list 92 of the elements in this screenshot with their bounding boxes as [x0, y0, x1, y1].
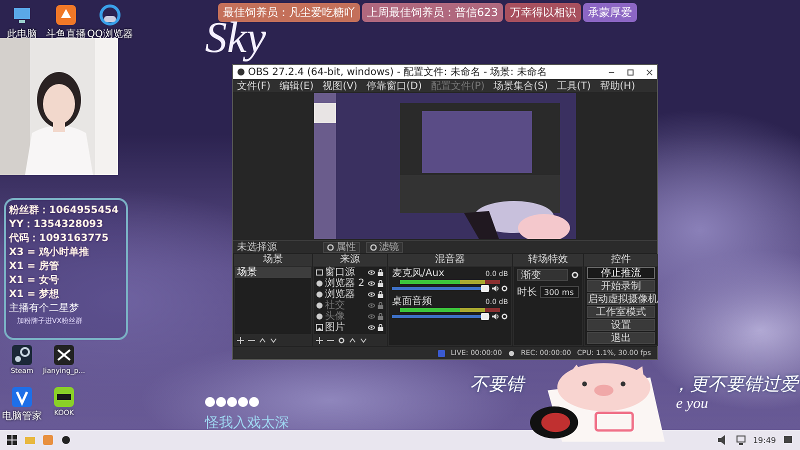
image-icon — [316, 324, 323, 332]
live-icon — [438, 350, 445, 357]
dock-title: 控件 — [584, 254, 658, 266]
control-button[interactable]: 退出 — [587, 332, 655, 344]
duration-field[interactable]: 300 ms — [540, 286, 579, 298]
toolbar-button[interactable]: 滤镜 — [366, 242, 403, 253]
source-label: 社交 — [325, 300, 346, 312]
info-line: YY：1354328093 — [9, 218, 104, 231]
slider-handle[interactable] — [481, 285, 490, 292]
notification-icon[interactable] — [782, 434, 794, 446]
info-line: X3 = 鸡小时单推 — [9, 246, 90, 259]
caption-text: 怪我入戏太深 — [205, 414, 289, 432]
info-line: X1 = 梦想 — [9, 288, 60, 301]
browser-icon[interactable] — [99, 4, 121, 26]
menu-item[interactable]: 停靠窗口(D) — [366, 78, 422, 92]
window-icon — [316, 269, 323, 276]
lyric-text: ，更不要错过爱 — [672, 373, 798, 396]
up-icon[interactable] — [349, 337, 356, 344]
source-item[interactable]: 浏览器 2 — [314, 278, 386, 290]
toolbar-button[interactable]: 属性 — [323, 242, 360, 253]
channel-name: 桌面音频 — [392, 296, 432, 308]
menu-item[interactable]: 帮助(H) — [600, 78, 636, 92]
source-status: 未选择源 — [237, 240, 278, 254]
down-icon[interactable] — [360, 337, 367, 344]
transition-select[interactable]: 渐变 — [517, 269, 568, 282]
menu-item[interactable]: 工具(T) — [556, 78, 591, 92]
record-icon[interactable] — [60, 434, 72, 446]
speaker-icon[interactable] — [492, 313, 499, 320]
lock-icon[interactable] — [377, 280, 384, 288]
banner-badge: 万幸得以相识 — [505, 3, 581, 22]
lock-icon[interactable] — [377, 324, 384, 332]
record-icon — [508, 350, 515, 357]
shield-icon[interactable] — [11, 386, 33, 408]
menu-item[interactable]: 视图(V) — [322, 78, 358, 92]
clock-time: 19:49 — [752, 436, 776, 444]
gear-icon — [327, 244, 334, 251]
menu-item[interactable]: 文件(F) — [237, 78, 271, 92]
speaker-icon[interactable] — [492, 285, 499, 292]
add-icon[interactable] — [316, 337, 323, 344]
volume-slider[interactable] — [392, 315, 490, 318]
gear-icon — [370, 244, 377, 251]
banner-badge: 承蒙厚爱 — [583, 3, 637, 22]
slogan-text: 主播有个二星梦 — [9, 302, 80, 315]
source-item[interactable]: 浏览器 — [314, 289, 386, 300]
menu-item[interactable]: 编辑(E) — [280, 78, 314, 92]
window-title: OBS 27.2.4 (64-bit, windows) - 配置文件: 未命名 - 场景: 未命名 — [248, 66, 548, 79]
icon-label: 电脑管家 — [2, 410, 42, 423]
dock-title: 场景 — [234, 254, 312, 266]
info-line: 代码：1093163775 — [9, 232, 110, 245]
info-line: X1 = 女号 — [9, 274, 60, 287]
icon-label: 斗鱼直播 — [46, 28, 86, 41]
banner-badge: 上周最佳饲养员：普信623 — [362, 3, 503, 22]
menu-item[interactable]: 场景集合(S) — [494, 78, 548, 92]
scene-item[interactable]: 场景 — [235, 267, 311, 278]
dock-title: 来源 — [313, 254, 387, 266]
lock-icon[interactable] — [377, 269, 384, 276]
gear-icon[interactable] — [501, 285, 508, 292]
source-item[interactable]: 图片 — [314, 322, 386, 334]
windows-logo-icon[interactable] — [6, 434, 18, 446]
gear-icon[interactable] — [571, 271, 579, 280]
control-button[interactable]: 设置 — [587, 319, 655, 332]
info-line: X1 = 房管 — [9, 260, 60, 273]
gear-icon[interactable] — [338, 337, 345, 344]
maximize-icon[interactable] — [627, 68, 634, 76]
control-button[interactable]: 停止推流 — [587, 267, 655, 280]
lock-icon[interactable] — [377, 291, 384, 298]
icon-label: QQ浏览器 — [87, 28, 133, 41]
icon-label: 此电脑 — [7, 28, 37, 41]
source-label: 浏览器 — [325, 289, 356, 300]
source-label: 窗口源 — [325, 267, 356, 278]
dots-drawing — [204, 396, 260, 408]
dock-title: 混音器 — [388, 254, 512, 266]
info-line: 粉丝群：1064955454 — [9, 204, 120, 217]
dock-title: 转场特效 — [513, 254, 583, 266]
close-icon[interactable] — [646, 68, 653, 76]
add-icon[interactable] — [237, 337, 244, 344]
down-icon[interactable] — [270, 337, 277, 344]
duration-label: 时长 — [517, 286, 537, 300]
volume-slider[interactable] — [392, 287, 490, 290]
channel-name: 麦克风/Aux — [392, 268, 444, 280]
up-icon[interactable] — [259, 337, 266, 344]
app-logo-icon — [237, 68, 245, 76]
source-item[interactable]: 窗口源 — [314, 267, 386, 278]
source-label: 头像 — [325, 311, 346, 322]
source-label: 图片 — [325, 322, 346, 334]
control-button[interactable]: 工作室模式 — [587, 306, 655, 318]
control-button[interactable]: 开始录制 — [587, 280, 655, 292]
lyric-text: e you — [676, 396, 708, 413]
source-label: 浏览器 2 — [325, 278, 366, 290]
gear-icon[interactable] — [501, 313, 508, 320]
slider-handle[interactable] — [481, 313, 490, 320]
lyric-text: 不要错 — [470, 373, 524, 396]
